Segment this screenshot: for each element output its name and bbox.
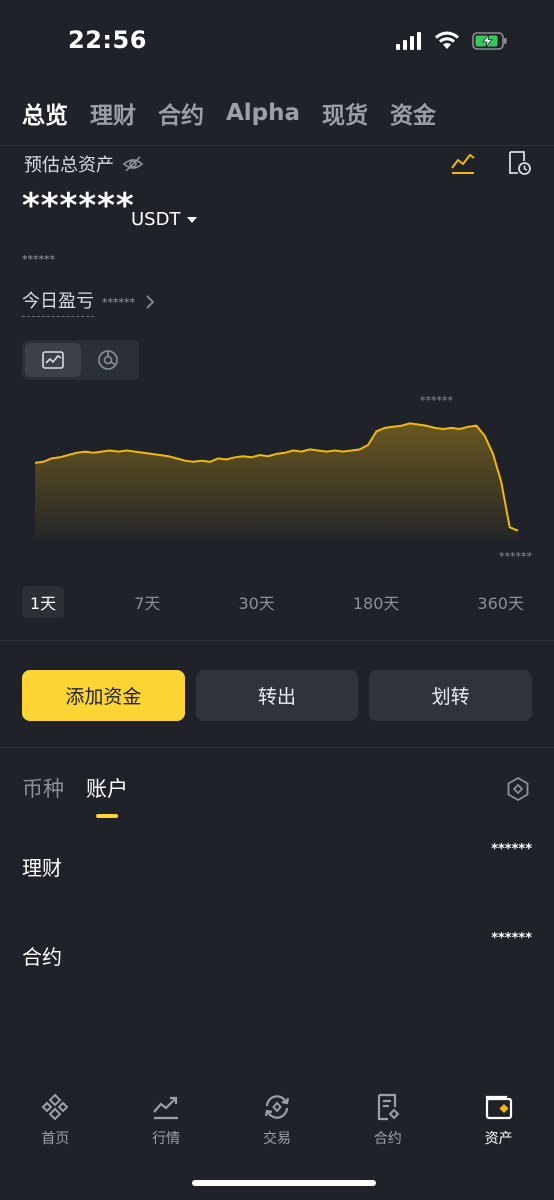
action-buttons: 添加资金 转出 划转 (22, 670, 533, 721)
transfer-button[interactable]: 划转 (369, 670, 533, 721)
account-name: 理财 (22, 856, 62, 880)
tab-coins[interactable]: 币种 (22, 773, 64, 813)
asset-trend-chart (34, 422, 519, 538)
header-actions (450, 150, 532, 176)
nav-label: 资产 (484, 1131, 513, 1147)
currency-label: USDT (131, 209, 181, 230)
line-chart-icon (41, 351, 64, 369)
top-tabs: 总览 理财 合约 Alpha 现货 资金 (22, 96, 436, 130)
balance-secondary: ****** (22, 253, 55, 266)
estimated-assets-label: 预估总资产 (24, 155, 114, 176)
today-pnl-row[interactable]: 今日盈亏 ****** (22, 287, 157, 317)
nav-label: 合约 (373, 1131, 402, 1147)
tab-funding[interactable]: 资金 (390, 96, 436, 130)
pie-chart-toggle[interactable] (81, 343, 137, 377)
battery-charging-icon (472, 32, 507, 50)
nav-home[interactable]: 首页 (0, 1090, 111, 1148)
caret-down-icon (187, 216, 198, 223)
eye-hidden-icon[interactable] (122, 155, 144, 173)
nav-trade[interactable]: 交易 (222, 1090, 333, 1148)
withdraw-button[interactable]: 转出 (195, 670, 359, 721)
add-funds-button[interactable]: 添加资金 (22, 670, 185, 721)
status-icons (396, 30, 508, 52)
nav-markets[interactable]: 行情 (111, 1090, 222, 1148)
wallet-icon (485, 1095, 512, 1120)
wifi-icon (435, 31, 459, 49)
nav-label: 首页 (41, 1131, 70, 1147)
header-divider (0, 145, 554, 146)
today-pnl-value: ****** (102, 295, 135, 309)
assets-overview-screen: 22:56 总览 理财 合约 Alpha 现货 资金 预估总资产 ****** … (0, 0, 554, 1200)
range-tab-360d[interactable]: 360天 (469, 586, 532, 618)
nav-assets[interactable]: 资产 (443, 1090, 554, 1148)
tab-accounts[interactable]: 账户 (86, 773, 128, 813)
futures-doc-icon (377, 1093, 400, 1121)
status-time: 22:56 (68, 26, 147, 54)
section-divider (0, 747, 554, 748)
account-value: ****** (491, 931, 532, 946)
holdings-tabs: 币种 账户 (22, 773, 128, 813)
account-name: 合约 (22, 945, 62, 969)
tab-overview[interactable]: 总览 (22, 96, 68, 130)
line-chart-toggle[interactable] (25, 343, 81, 377)
tab-futures[interactable]: 合约 (158, 96, 204, 130)
nav-label: 行情 (152, 1131, 181, 1147)
range-tab-1d[interactable]: 1天 (22, 586, 65, 618)
chart-type-toggle (22, 340, 139, 380)
total-balance: ****** (22, 186, 135, 226)
tab-earn[interactable]: 理财 (90, 96, 136, 130)
market-chart-icon (153, 1096, 179, 1120)
chart-area-fill (35, 423, 518, 538)
tab-alpha[interactable]: Alpha (226, 100, 300, 126)
nav-label: 交易 (262, 1131, 291, 1147)
signal-icon (396, 32, 421, 50)
account-row-futures[interactable]: 合约 ****** (22, 931, 532, 971)
settings-hex-icon[interactable] (506, 776, 530, 802)
trade-exchange-icon (264, 1095, 290, 1119)
estimated-assets-row: 预估总资产 (24, 151, 144, 177)
account-value: ****** (491, 842, 532, 857)
tab-spot[interactable]: 现货 (322, 96, 368, 130)
binance-logo-icon (41, 1093, 69, 1121)
range-tab-30d[interactable]: 30天 (230, 586, 282, 618)
chevron-right-icon (146, 295, 155, 309)
chart-peak-label: ****** (420, 394, 453, 407)
section-divider (0, 640, 554, 641)
history-record-icon[interactable] (506, 150, 532, 176)
range-tabs: 1天 7天 30天 180天 360天 (22, 586, 532, 618)
account-row-earn[interactable]: 理财 ****** (22, 842, 532, 882)
chart-end-label: ****** (499, 550, 532, 563)
range-tab-7d[interactable]: 7天 (126, 586, 168, 618)
nav-futures[interactable]: 合约 (332, 1090, 443, 1148)
currency-selector[interactable]: USDT (131, 209, 198, 230)
today-pnl-label: 今日盈亏 (22, 287, 94, 317)
home-indicator (192, 1180, 376, 1186)
pie-chart-icon (98, 350, 119, 370)
range-tab-180d[interactable]: 180天 (345, 586, 408, 618)
bottom-nav: 首页 行情 交易 合约 资产 (0, 1090, 554, 1148)
asset-trend-icon[interactable] (450, 150, 476, 176)
